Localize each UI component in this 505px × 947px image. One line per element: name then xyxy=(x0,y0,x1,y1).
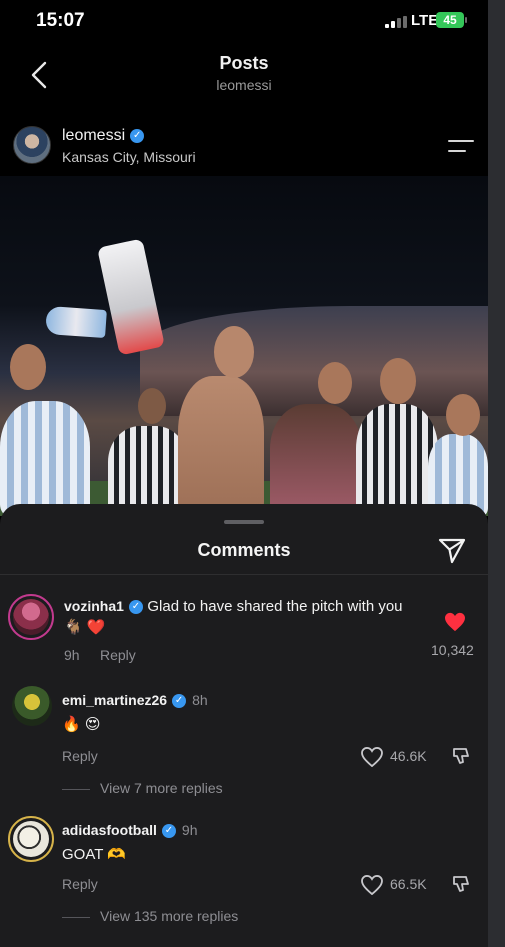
player xyxy=(0,401,90,516)
page-title: Posts xyxy=(219,53,269,73)
view-replies-label: View 7 more replies xyxy=(100,780,223,796)
comment-item: emi_martinez26 ✓ 8h 🔥 😍 Reply 46.6K View 7… xyxy=(0,684,488,796)
avatar-image xyxy=(12,686,52,726)
comment-text: 🔥 😍 xyxy=(62,716,101,733)
player-head xyxy=(446,394,480,436)
share-send-icon xyxy=(438,538,466,564)
player-head xyxy=(318,362,352,404)
avatar[interactable] xyxy=(12,686,52,726)
verified-badge-icon: ✓ xyxy=(161,823,176,838)
divider xyxy=(0,574,488,575)
status-time: 15:07 xyxy=(36,10,85,31)
avatar-image xyxy=(13,821,49,857)
comment-time: 9h xyxy=(64,647,80,663)
like-count: 46.6K xyxy=(390,748,427,764)
heart-icon[interactable] xyxy=(361,874,383,896)
avatar[interactable] xyxy=(8,816,54,862)
post-photo[interactable] xyxy=(0,176,488,516)
background-edge xyxy=(488,0,505,947)
avatar[interactable] xyxy=(8,594,54,640)
player-head xyxy=(380,358,416,404)
verified-badge-icon: ✓ xyxy=(128,599,143,614)
player-head xyxy=(214,326,254,378)
replies-line xyxy=(62,788,90,790)
reply-button[interactable]: Reply xyxy=(62,876,98,892)
flag xyxy=(45,305,107,339)
view-replies-label: View 135 more replies xyxy=(100,908,239,924)
replies-line xyxy=(62,916,90,918)
comment-username[interactable]: vozinha1 xyxy=(64,598,124,614)
comment-item: adidasfootball ✓ 9h GOAT 🫶 Reply 66.5K Vie… xyxy=(0,814,488,924)
comment-username[interactable]: adidasfootball xyxy=(62,822,157,838)
menu-icon[interactable] xyxy=(448,138,474,154)
comment-body: vozinha1 ✓ Glad to have shared the pitch … xyxy=(64,596,424,638)
comments-title: Comments xyxy=(197,540,291,560)
status-bar: 15:07 LTE 45 xyxy=(0,0,505,42)
player-head xyxy=(138,388,166,424)
player xyxy=(108,426,188,516)
post-avatar[interactable] xyxy=(13,126,51,164)
post-username-text: leomessi xyxy=(62,127,126,144)
like-count: 10,342 xyxy=(431,642,474,658)
waved-shirt xyxy=(97,238,165,356)
share-button[interactable] xyxy=(437,536,467,566)
comment-item: vozinha1 ✓ Glad to have shared the pitch … xyxy=(0,590,488,670)
player xyxy=(356,404,438,516)
heart-icon[interactable] xyxy=(444,612,466,632)
posts-header: Posts leomessi xyxy=(0,42,488,118)
signal-icon xyxy=(385,16,407,28)
player-head xyxy=(10,344,46,390)
player xyxy=(178,376,264,516)
dislike-icon[interactable] xyxy=(452,747,470,765)
reply-button[interactable]: Reply xyxy=(100,647,136,663)
comment-time: 8h xyxy=(192,692,208,708)
heart-icon[interactable] xyxy=(361,746,383,768)
like-count: 66.5K xyxy=(390,876,427,892)
comment-time: 9h xyxy=(181,822,198,838)
dislike-icon[interactable] xyxy=(452,875,470,893)
comment-username[interactable]: emi_martinez26 xyxy=(62,692,167,708)
page-subtitle: leomessi xyxy=(216,77,272,93)
sheet-drag-handle[interactable] xyxy=(224,520,264,524)
reply-button[interactable]: Reply xyxy=(62,748,98,764)
verified-badge-icon: ✓ xyxy=(172,693,187,708)
view-more-replies[interactable]: View 7 more replies xyxy=(62,780,223,796)
post-location[interactable]: Kansas City, Missouri xyxy=(62,149,196,165)
player xyxy=(270,404,362,516)
avatar-image xyxy=(13,599,49,635)
battery-indicator: 45 xyxy=(436,12,467,28)
post-username[interactable]: leomessi ✓ xyxy=(62,127,145,145)
view-more-replies[interactable]: View 135 more replies xyxy=(62,908,238,924)
post-header: leomessi ✓ Kansas City, Missouri xyxy=(0,118,488,176)
verified-badge-icon: ✓ xyxy=(130,128,145,143)
network-label: LTE xyxy=(411,12,439,29)
comment-text: GOAT 🫶 xyxy=(62,846,126,863)
comments-sheet: Comments vozinha1 ✓ Glad to have shared t… xyxy=(0,504,488,947)
comment-header: adidasfootball ✓ 9h xyxy=(62,822,197,840)
comment-header: emi_martinez26 ✓ 8h xyxy=(62,692,208,710)
